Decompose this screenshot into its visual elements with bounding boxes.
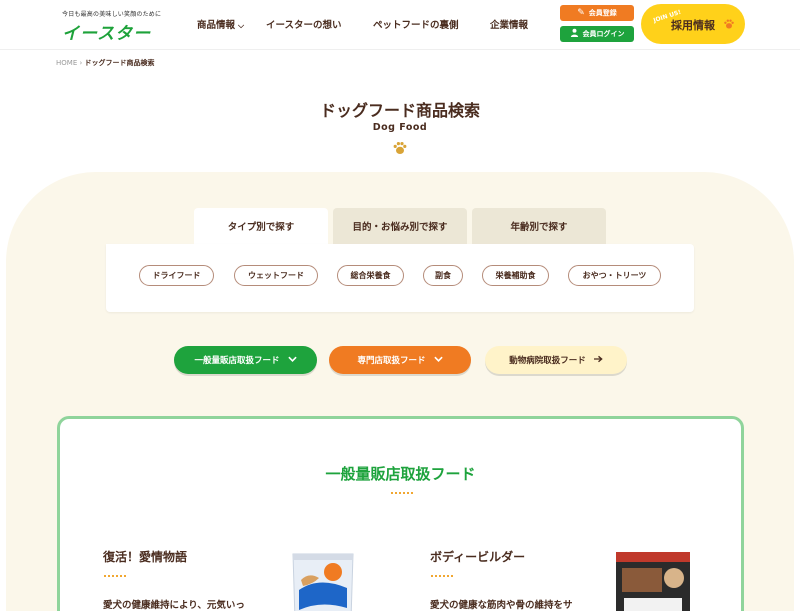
nav-label: ペットフードの裏側 <box>373 20 459 31</box>
filter-label: おやつ・トリーツ <box>582 271 647 280</box>
filter-treats[interactable]: おやつ・トリーツ <box>568 265 661 286</box>
tab-by-type[interactable]: タイプ別で探す <box>194 208 328 244</box>
tab-label: 年齢別で探す <box>510 222 568 233</box>
site-header: 今日も最高の美味しい笑顔のために イースター 商品情報 ⌵ イースターの想い ペッ… <box>0 0 800 50</box>
filter-label: 副食 <box>435 271 451 280</box>
chevron-down-icon: ⌵ <box>238 21 245 30</box>
logo-tagline: 今日も最高の美味しい笑顔のために <box>62 11 162 18</box>
arrow-right-icon <box>593 355 603 366</box>
product-image[interactable] <box>289 550 357 611</box>
category-label: 動物病院取扱フード <box>509 356 586 366</box>
pencil-icon: ✎ <box>577 8 585 18</box>
product-divider <box>103 575 127 577</box>
category-label: 専門店取扱フード <box>357 356 426 366</box>
filter-side-food[interactable]: 副食 <box>423 265 463 286</box>
filter-complete-nutrition[interactable]: 総合栄養食 <box>337 265 404 286</box>
register-button[interactable]: ✎ 会員登録 <box>560 5 634 21</box>
paw-icon <box>392 140 408 156</box>
breadcrumb: HOME › ドッグフード商品検索 <box>56 58 155 68</box>
category-mass-retail-button[interactable]: 一般量販店取扱フード <box>174 346 317 374</box>
filter-label: ウェットフード <box>248 271 304 280</box>
tab-by-purpose[interactable]: 目的・お悩み別で探す <box>333 208 467 244</box>
logo-text: イースター <box>62 24 152 44</box>
tab-label: 目的・お悩み別で探す <box>352 222 448 233</box>
filter-label: 総合栄養食 <box>350 271 391 280</box>
tab-by-age[interactable]: 年齢別で探す <box>472 208 606 244</box>
filter-wet-food[interactable]: ウェットフード <box>234 265 318 286</box>
paw-icon <box>723 18 735 33</box>
filter-label: ドライフード <box>152 271 201 280</box>
breadcrumb-home[interactable]: HOME <box>56 59 77 67</box>
filter-dry-food[interactable]: ドライフード <box>139 265 214 286</box>
section-title: 一般量販店取扱フード <box>325 465 476 483</box>
nav-label: 企業情報 <box>490 20 529 31</box>
site-logo[interactable]: 今日も最高の美味しい笑顔のために イースター <box>62 9 172 44</box>
recruit-button[interactable]: JOIN US! 採用情報 <box>641 4 745 44</box>
nav-item-philosophy[interactable]: イースターの想い <box>266 17 342 31</box>
product-divider <box>430 575 454 577</box>
nav-label: イースターの想い <box>266 20 342 31</box>
chevron-down-icon <box>433 355 443 365</box>
chevron-down-icon <box>287 355 297 365</box>
product-description: 愛犬の健康維持により、元気いっ <box>103 600 245 611</box>
nav-label: 商品情報 <box>197 20 236 31</box>
product-image[interactable] <box>614 550 690 611</box>
category-label: 一般量販店取扱フード <box>194 356 280 366</box>
nav-item-company[interactable]: 企業情報 <box>490 17 528 31</box>
product-name[interactable]: 復活！愛情物語 <box>103 548 187 565</box>
nav-item-behind-petfood[interactable]: ペットフードの裏側 <box>373 17 459 31</box>
page-title: ドッグフード商品検索 <box>319 101 480 120</box>
tab-label: タイプ別で探す <box>227 222 295 233</box>
product-description: 愛犬の健康な筋肉や骨の維持をサ <box>430 600 573 611</box>
product-name[interactable]: ボディービルダー <box>430 548 525 565</box>
login-label: 会員ログイン <box>582 30 625 38</box>
breadcrumb-current: ドッグフード商品検索 <box>84 59 155 67</box>
breadcrumb-separator: › <box>79 59 83 67</box>
nav-item-products[interactable]: 商品情報 ⌵ <box>197 17 244 31</box>
user-icon <box>570 28 579 40</box>
category-vet-clinic-button[interactable]: 動物病院取扱フード <box>485 346 627 374</box>
register-label: 会員登録 <box>588 9 617 17</box>
recruit-label: 採用情報 <box>671 19 715 32</box>
category-specialty-store-button[interactable]: 専門店取扱フード <box>329 346 471 374</box>
filter-label: 栄養補助食 <box>495 271 536 280</box>
login-button[interactable]: 会員ログイン <box>560 26 634 42</box>
page-subtitle: Dog Food <box>372 122 428 133</box>
section-divider <box>390 492 414 494</box>
filter-supplement[interactable]: 栄養補助食 <box>482 265 549 286</box>
